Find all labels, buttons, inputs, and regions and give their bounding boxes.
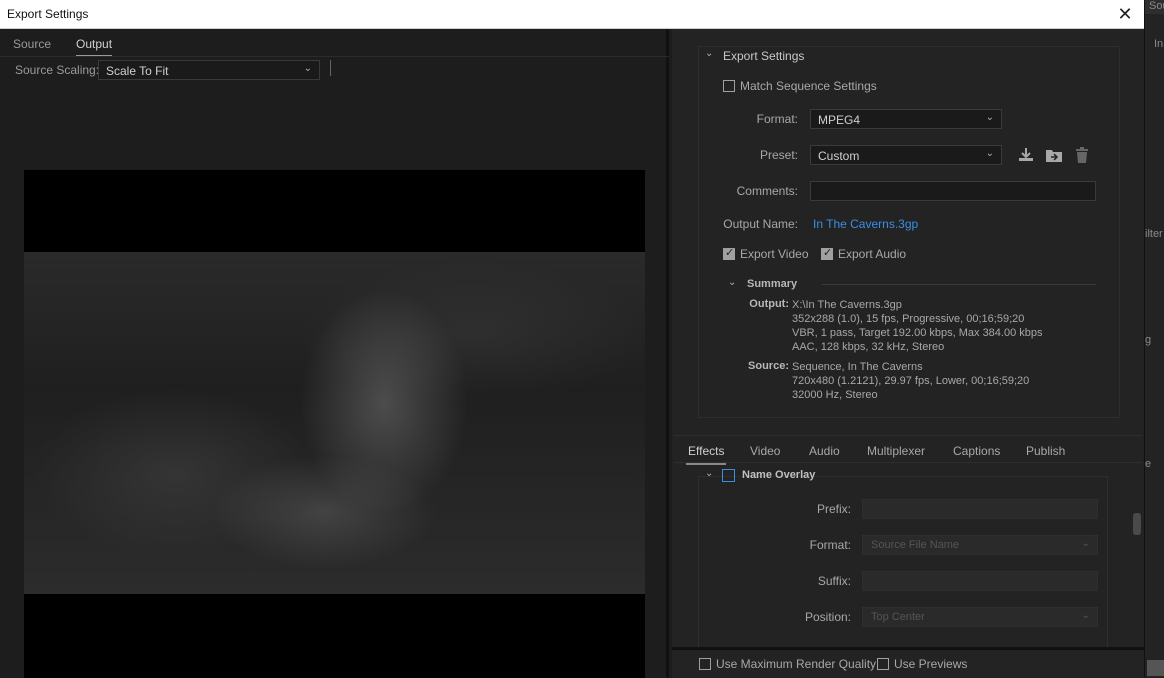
chevron-down-icon[interactable]: ⌄ [705,468,713,479]
source-scaling-dropdown[interactable]: Scale To Fit ⌄ [98,60,320,80]
use-previews-label: Use Previews [894,657,968,671]
name-overlay-checkbox[interactable] [722,469,735,482]
summary-output-line: VBR, 1 pass, Target 192.00 kbps, Max 384… [792,327,1043,339]
source-scaling-value: Scale To Fit [106,64,169,78]
tab-audio[interactable]: Audio [809,444,840,458]
name-overlay-header: Name Overlay [742,469,816,481]
export-audio-label: Export Audio [838,247,907,261]
render-options-bar: Use Maximum Render Quality Use Previews [672,647,1144,678]
tab-output[interactable]: Output [76,37,113,56]
chevron-down-icon: ⌄ [985,148,994,159]
preview-panel: Source Output Source Scaling: Scale To F… [0,29,669,678]
chevron-down-icon[interactable]: ⌄ [728,277,736,288]
chevron-down-icon: ⌄ [1081,610,1090,621]
suffix-label: Suffix: [817,574,851,588]
background-text: e [1145,458,1152,470]
summary-source-key: Source: [748,360,789,372]
summary-source-line: 32000 Hz, Stereo [792,389,878,401]
match-sequence-checkbox[interactable] [723,80,735,92]
preset-dropdown[interactable]: Custom ⌄ [810,145,1002,165]
summary-source-line: 720x480 (1.2121), 29.97 fps, Lower, 00;1… [792,375,1030,387]
title-bar: Export Settings ✕ [0,0,1144,29]
tab-video[interactable]: Video [750,444,780,458]
prefix-label: Prefix: [816,502,851,516]
format-value: MPEG4 [818,113,861,127]
tab-multiplexer[interactable]: Multiplexer [867,444,925,458]
summary-rule [822,284,1096,285]
position-label: Position: [804,610,851,624]
chevron-down-icon[interactable]: ⌄ [705,48,713,59]
chevron-down-icon: ⌄ [985,112,994,123]
comments-label: Comments: [736,184,798,198]
chevron-down-icon: ⌄ [1081,538,1090,549]
summary-output-line: 352x288 (1.0), 15 fps, Progressive, 00;1… [792,313,1025,325]
summary-source-line: Sequence, In The Caverns [792,361,923,373]
preset-value: Custom [818,149,860,163]
tab-publish[interactable]: Publish [1026,444,1065,458]
tab-captions[interactable]: Captions [953,444,1000,458]
toolbar-divider [330,60,331,76]
save-preset-icon[interactable] [1017,146,1035,164]
source-output-tabs: Source Output [0,29,669,57]
output-name-link[interactable]: In The Caverns.3gp [813,217,918,231]
delete-preset-icon[interactable] [1073,146,1091,164]
background-scrollbar [1147,660,1164,676]
position-dropdown[interactable]: Top Center ⌄ [862,607,1098,627]
output-name-label: Output Name: [723,217,798,231]
background-text: In [1154,38,1164,50]
close-icon[interactable]: ✕ [1114,3,1136,25]
background-text: ilter [1145,228,1163,240]
settings-tabs: Effects Video Audio Multiplexer Captions… [674,435,1142,465]
tab-effects[interactable]: Effects [685,444,727,465]
summary-output-key: Output: [749,298,789,310]
effects-scrollbar[interactable] [1133,513,1141,535]
export-video-label: Export Video [740,247,809,261]
export-settings-header: Export Settings [723,49,805,63]
position-value: Top Center [871,611,925,623]
summary-output-line: AAC, 128 kbps, 32 kHz, Stereo [792,341,945,353]
comments-input[interactable] [810,181,1096,201]
max-render-quality-checkbox[interactable] [699,658,711,670]
background-text: Sou [1149,0,1164,12]
export-video-checkbox[interactable] [723,246,735,260]
overlay-format-dropdown[interactable]: Source File Name ⌄ [862,535,1098,555]
format-dropdown[interactable]: MPEG4 ⌄ [810,109,1002,129]
prefix-input[interactable] [862,499,1098,519]
max-render-quality-label: Use Maximum Render Quality [716,657,877,671]
format-label: Format: [756,112,798,126]
background-text: g [1145,334,1152,346]
preset-label: Preset: [759,148,798,162]
export-audio-checkbox[interactable] [821,246,833,260]
summary-output-line: X:\In The Caverns.3gp [792,299,902,311]
settings-panel: ⌄ Export Settings Match Sequence Setting… [672,29,1144,678]
source-scaling-label: Source Scaling: [15,63,100,77]
video-preview [24,170,645,678]
summary-header: Summary [747,278,798,290]
window-title: Export Settings [7,7,89,21]
background-app-strip: Sou In ilter g e [1144,0,1164,678]
use-previews-checkbox[interactable] [877,658,889,670]
suffix-input[interactable] [862,571,1098,591]
overlay-format-label: Format: [809,538,851,552]
overlay-format-value: Source File Name [871,539,960,551]
tab-source[interactable]: Source [13,37,51,51]
video-frame [24,252,645,594]
match-sequence-label: Match Sequence Settings [740,79,877,93]
chevron-down-icon: ⌄ [303,63,312,74]
import-preset-icon[interactable] [1045,146,1063,164]
